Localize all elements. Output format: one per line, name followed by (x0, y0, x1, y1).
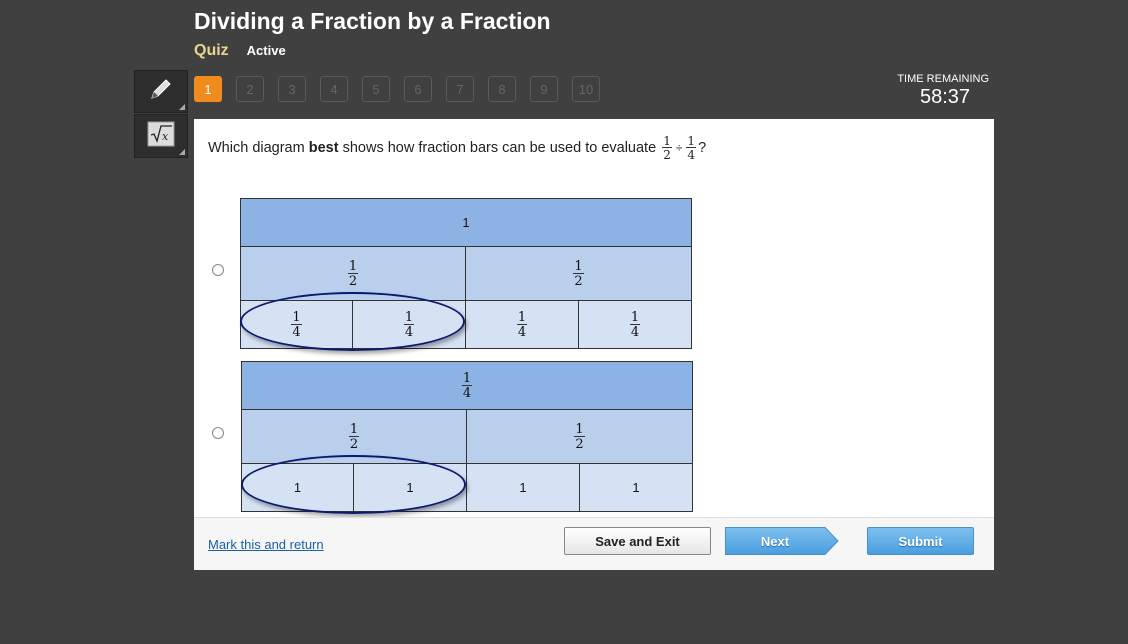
question-mark: ? (698, 140, 707, 156)
fraction-label-numerator: 1 (574, 258, 583, 274)
fraction-label: 1 (632, 480, 640, 495)
fraction-label-denominator: 2 (347, 272, 359, 289)
question-nav-button-10[interactable]: 10 (572, 76, 600, 102)
fraction-label-numerator: 1 (575, 421, 584, 437)
fraction-label-numerator: 1 (517, 309, 527, 325)
fraction-label-denominator: 4 (461, 384, 473, 401)
question-text: Which diagram best shows how fraction ba… (208, 135, 706, 161)
halves-bar: 1212 (240, 246, 692, 301)
mark-and-return-link[interactable]: Mark this and return (208, 537, 324, 552)
option-b-radio[interactable] (212, 427, 224, 439)
quiz-label: Quiz (194, 42, 229, 59)
corner-arrow-icon (179, 104, 185, 110)
pencil-icon (148, 76, 174, 107)
halves-bar-cell: 12 (466, 409, 693, 464)
whole-bar-cell: 14 (241, 361, 693, 410)
fraction-label: 12 (573, 258, 584, 289)
quiz-status: Quiz Active (194, 42, 286, 60)
fraction-label: 12 (347, 258, 359, 289)
fraction-label-numerator: 1 (349, 421, 359, 437)
corner-arrow-icon (179, 149, 185, 155)
whole-bar-cell: 1 (240, 198, 692, 247)
question-nav-button-9[interactable]: 9 (530, 76, 558, 102)
question-nav-button-2[interactable]: 2 (236, 76, 264, 102)
save-and-exit-button[interactable]: Save and Exit (564, 527, 711, 555)
timer-label: TIME REMAINING (897, 73, 989, 85)
fraction-label-denominator: 4 (629, 323, 641, 340)
question-emphasis: best (308, 140, 339, 156)
question-nav-button-3[interactable]: 3 (278, 76, 306, 102)
question-prefix: Which diagram (208, 140, 305, 156)
math-tool-button[interactable]: x (134, 114, 188, 158)
next-button[interactable]: Next (725, 527, 839, 555)
question-navigation: 1 2 3 4 5 6 7 8 9 10 (194, 76, 614, 102)
whole-bar: 1 (240, 198, 692, 247)
question-body: shows how fraction bars can be used to e… (342, 140, 657, 156)
question-nav-button-4[interactable]: 4 (320, 76, 348, 102)
status-label: Active (246, 43, 286, 58)
divisor-fraction: 1 4 (686, 134, 697, 162)
division-sign: ÷ (675, 141, 683, 155)
halves-bar: 1212 (241, 409, 693, 464)
quarters-bar-cell: 1 (579, 463, 693, 512)
question-panel: Which diagram best shows how fraction ba… (194, 119, 994, 517)
page-title: Dividing a Fraction by a Fraction (194, 8, 551, 34)
fraction-label: 14 (629, 309, 641, 340)
question-nav-button-8[interactable]: 8 (488, 76, 516, 102)
quarters-bar-cell: 1 (466, 463, 580, 512)
fraction-label-denominator: 4 (516, 323, 528, 340)
option-a-radio[interactable] (212, 264, 224, 276)
fraction-label: 1 (519, 480, 527, 495)
fraction-label-denominator: 2 (348, 435, 360, 452)
next-button-label: Next (760, 533, 790, 549)
quarters-bar-cell: 14 (465, 300, 579, 349)
quarters-bar-cell: 14 (578, 300, 692, 349)
fraction-label: 12 (574, 421, 585, 452)
question-nav-button-1[interactable]: 1 (194, 76, 222, 102)
fraction-bar-diagram-b: 1412121111 (241, 361, 693, 514)
footer-bar: Mark this and return Save and Exit Next … (194, 517, 994, 570)
fraction-label: 14 (461, 370, 473, 401)
dividend-fraction: 1 2 (662, 134, 672, 162)
halves-bar-cell: 12 (465, 246, 692, 301)
grouping-circle (241, 455, 466, 514)
whole-bar: 14 (241, 361, 693, 410)
grouping-circle (240, 292, 465, 351)
fraction-label-numerator: 1 (348, 258, 358, 274)
fraction-label-denominator: 2 (574, 435, 585, 452)
fraction-label: 12 (348, 421, 360, 452)
sqrt-x-icon: x (147, 121, 175, 152)
fraction-label: 14 (516, 309, 528, 340)
pencil-tool-button[interactable] (134, 70, 188, 113)
timer-value: 58:37 (919, 86, 971, 108)
submit-button[interactable]: Submit (867, 527, 974, 555)
question-nav-button-7[interactable]: 7 (446, 76, 474, 102)
fraction-label-numerator: 1 (630, 309, 640, 325)
fraction-label-numerator: 1 (462, 370, 472, 386)
question-nav-button-6[interactable]: 6 (404, 76, 432, 102)
svg-text:x: x (162, 130, 169, 143)
question-nav-button-5[interactable]: 5 (362, 76, 390, 102)
fraction-label-denominator: 2 (573, 272, 584, 289)
fraction-label: 1 (462, 215, 470, 230)
fraction-bar-diagram-a: 1121214141414 (240, 198, 692, 351)
